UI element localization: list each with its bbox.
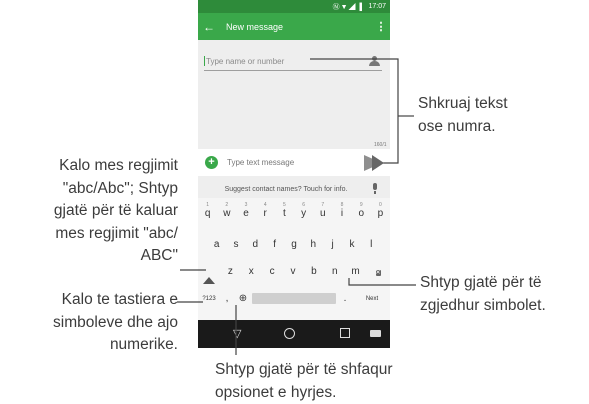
key-x[interactable]: x	[241, 266, 262, 277]
backspace-key[interactable]: ✕	[366, 266, 390, 277]
keyboard-row-3: z x c v b n m ✕	[198, 266, 390, 284]
key-k[interactable]: k	[342, 239, 361, 250]
space-bar[interactable]	[252, 293, 336, 304]
key-g[interactable]: g	[284, 239, 303, 250]
mic-stand	[374, 191, 376, 194]
more-options-icon[interactable]: ⋮	[372, 20, 390, 33]
key-t[interactable]: 5t	[275, 202, 294, 219]
status-bar: Ⓝ▼◢ ▌ 17:07	[198, 0, 390, 13]
callout-type-text: Shkruaj tekst ose numra.	[418, 95, 508, 135]
compose-bar: + Type text message	[198, 149, 390, 176]
nav-back-icon[interactable]: ▽	[233, 327, 241, 340]
key-u[interactable]: 7u	[313, 202, 332, 219]
keyboard-row-1: 1q 2w 3e 4r 5t 6y 7u 8i 9o 0p	[198, 202, 390, 219]
phone-screen: Ⓝ▼◢ ▌ 17:07 ← New message ⋮ Type name or…	[198, 0, 390, 348]
navigation-bar: ▽	[198, 320, 390, 348]
app-bar: ← New message ⋮	[198, 13, 390, 40]
page-title: New message	[226, 21, 284, 32]
key-v[interactable]: v	[283, 266, 304, 277]
callout-input-options: Shtyp gjatë për të shfaqur opsionet e hy…	[215, 361, 393, 401]
attach-plus-icon[interactable]: +	[205, 156, 218, 169]
key-m[interactable]: m	[345, 266, 366, 277]
key-n[interactable]: n	[324, 266, 345, 277]
text-cursor	[204, 56, 205, 66]
key-o[interactable]: 9o	[352, 202, 371, 219]
symbols-key[interactable]: ?123	[198, 296, 220, 302]
suggestion-strip: Suggest contact names? Touch for info.	[198, 180, 390, 198]
back-arrow-icon[interactable]: ←	[198, 20, 220, 34]
person-body	[369, 61, 380, 66]
recipient-field[interactable]: Type name or number	[204, 52, 382, 71]
key-e[interactable]: 3e	[236, 202, 255, 219]
comma-key[interactable]: ,	[220, 293, 234, 304]
key-j[interactable]: j	[323, 239, 342, 250]
shift-key[interactable]	[198, 266, 220, 284]
callout-symbol-keyboard: Kalo te tastiera e simboleve dhe ajo num…	[53, 291, 178, 353]
shift-arrow-icon	[203, 266, 215, 284]
key-f[interactable]: f	[265, 239, 284, 250]
key-y[interactable]: 6y	[294, 202, 313, 219]
character-counter: 160/1	[374, 142, 387, 148]
recipient-placeholder: Type name or number	[206, 56, 285, 66]
key-r[interactable]: 4r	[256, 202, 275, 219]
nav-home-icon[interactable]	[284, 328, 295, 339]
period-key[interactable]: .	[336, 293, 354, 304]
keyboard-row-2: a s d f g h j k l	[198, 239, 390, 250]
keyboard-switch-icon[interactable]	[370, 330, 381, 337]
status-time: 17:07	[368, 3, 386, 10]
nav-recents-icon[interactable]	[340, 328, 350, 338]
callout-shift-mode: Kalo mes regjimit "abc/Abc"; Shtyp gjatë…	[53, 157, 178, 264]
send-icon[interactable]	[364, 154, 382, 171]
callout-symbols: Shtyp gjatë për të zgjedhur simbolet.	[420, 274, 546, 314]
add-contact-icon[interactable]	[368, 56, 382, 66]
status-icons: Ⓝ▼◢ ▌	[332, 3, 366, 11]
key-l[interactable]: l	[362, 239, 381, 250]
key-b[interactable]: b	[303, 266, 324, 277]
globe-icon[interactable]: ⊕	[234, 293, 252, 304]
key-q[interactable]: 1q	[198, 202, 217, 219]
backspace-icon: ✕	[375, 270, 381, 276]
message-input[interactable]: Type text message	[227, 158, 364, 167]
key-s[interactable]: s	[226, 239, 245, 250]
key-w[interactable]: 2w	[217, 202, 236, 219]
microphone-icon[interactable]	[368, 182, 382, 196]
keyboard: 1q 2w 3e 4r 5t 6y 7u 8i 9o 0p a s d f g …	[198, 198, 390, 320]
mic-body	[373, 183, 377, 190]
suggestion-text[interactable]: Suggest contact names? Touch for info.	[198, 186, 368, 193]
key-a[interactable]: a	[207, 239, 226, 250]
key-i[interactable]: 8i	[332, 202, 351, 219]
next-key[interactable]: Next	[354, 296, 390, 302]
key-c[interactable]: c	[262, 266, 283, 277]
key-h[interactable]: h	[304, 239, 323, 250]
key-p[interactable]: 0p	[371, 202, 390, 219]
keyboard-row-4: ?123 , ⊕ . Next	[198, 293, 390, 304]
key-d[interactable]: d	[246, 239, 265, 250]
key-z[interactable]: z	[220, 266, 241, 277]
